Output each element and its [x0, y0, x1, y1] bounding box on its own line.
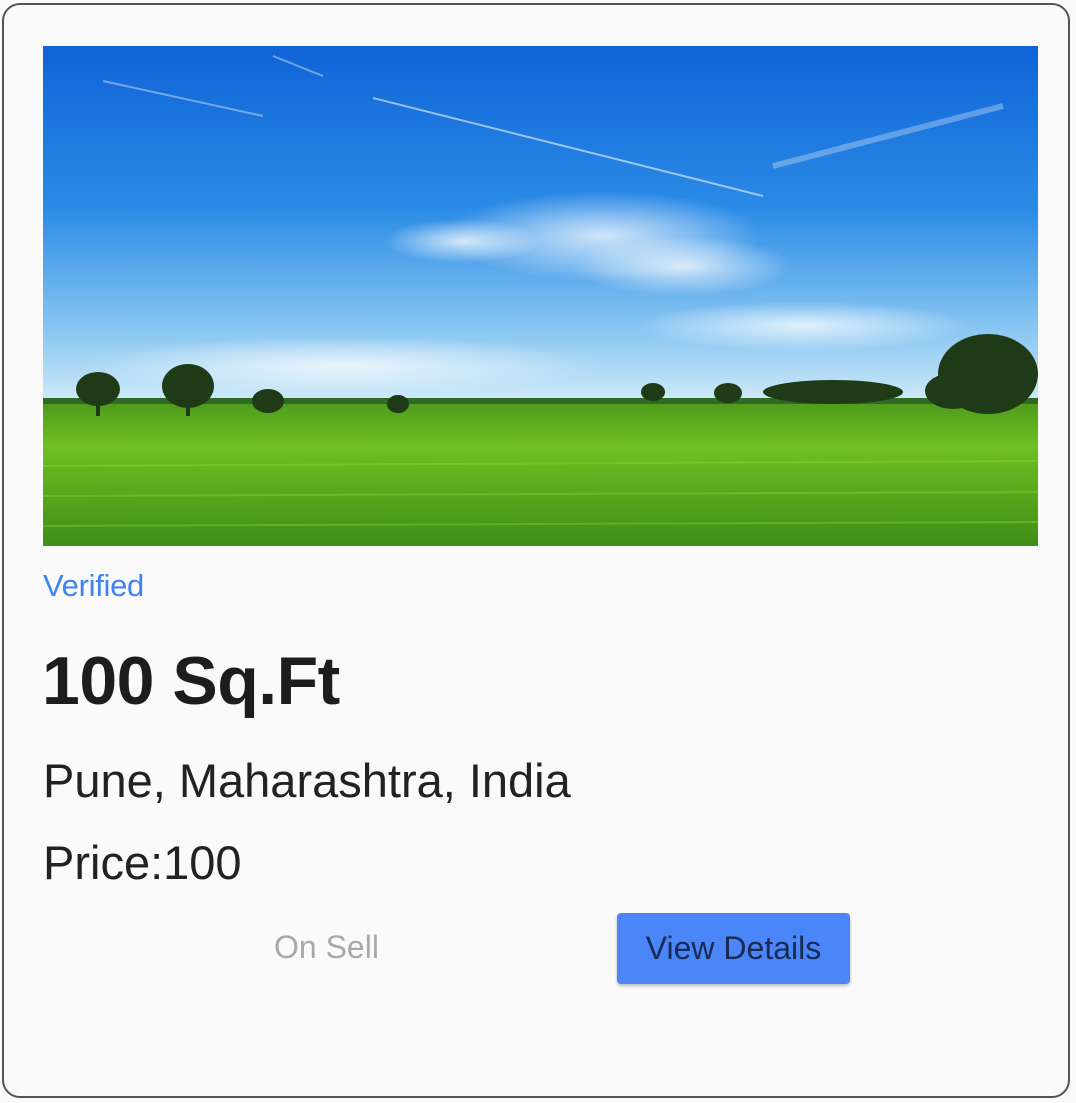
- property-area: 100 Sq.Ft: [42, 643, 340, 719]
- property-image: [43, 46, 1038, 546]
- property-price: Price:100: [43, 836, 242, 889]
- property-card: Verified 100 Sq.Ft Pune, Maharashtra, In…: [2, 3, 1070, 1098]
- view-details-button[interactable]: View Details: [617, 913, 850, 984]
- verified-badge: Verified: [43, 568, 144, 603]
- sale-status: On Sell: [274, 929, 379, 965]
- property-location: Pune, Maharashtra, India: [43, 754, 571, 807]
